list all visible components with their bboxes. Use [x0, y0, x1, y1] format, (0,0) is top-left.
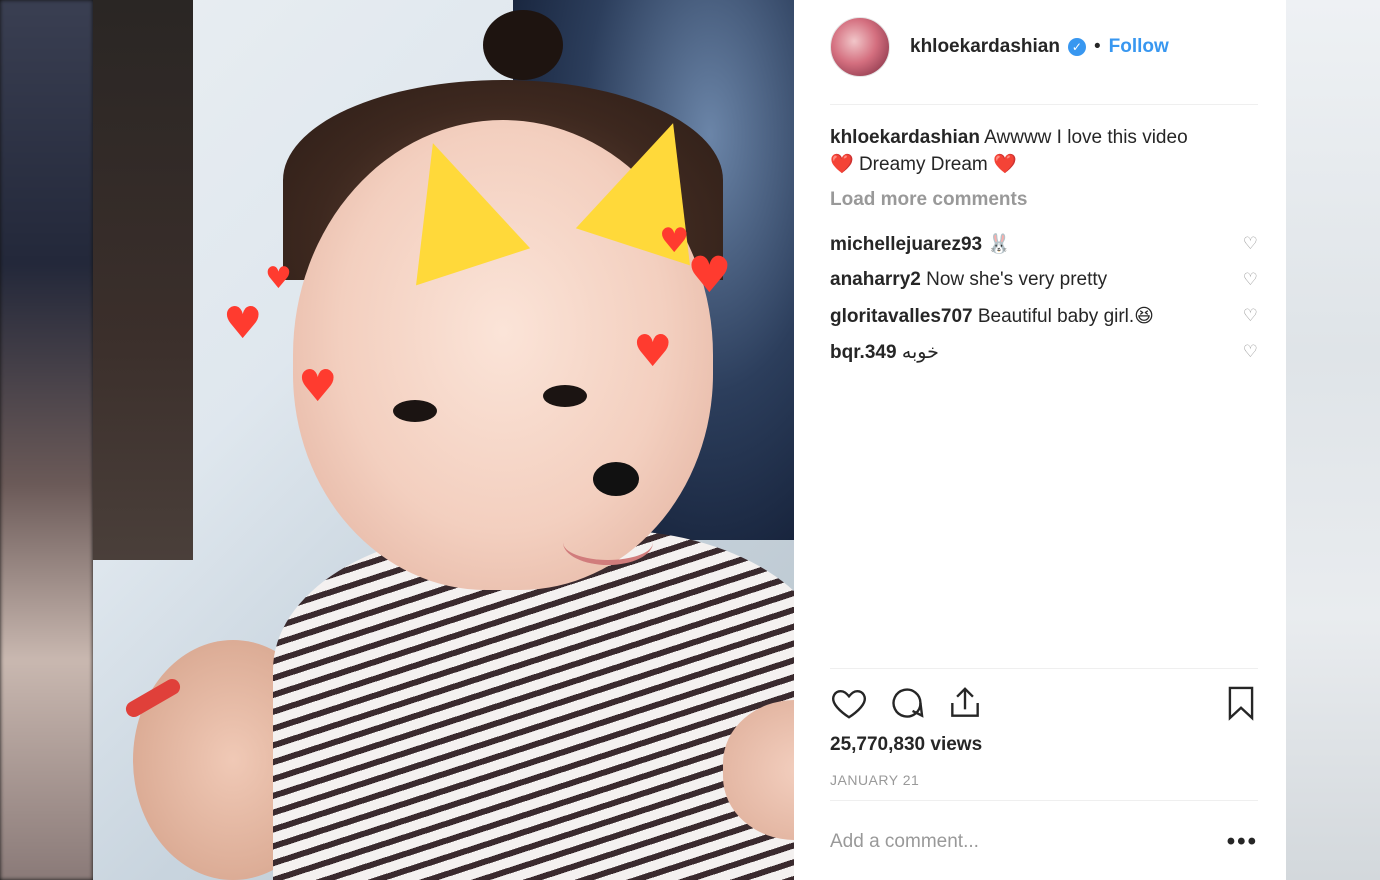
post-date: JANUARY 21: [830, 772, 920, 788]
heart-sticker-icon: ♥: [633, 326, 673, 377]
add-comment-bar: •••: [830, 826, 1258, 858]
post-caption: khloekardashian Awwww I love this video …: [830, 124, 1258, 178]
follow-button[interactable]: Follow: [1109, 36, 1169, 58]
comment-box-divider: [830, 800, 1258, 801]
comment-item: gloritavalles707 Beautiful baby girl.😆 ♡: [830, 298, 1258, 334]
post-video[interactable]: ♥ ♥ ♥ ♥ ♥ ♥: [93, 0, 794, 880]
actions-divider: [830, 668, 1258, 669]
cat-nose: [593, 462, 639, 496]
heart-sticker-icon: ♥: [223, 298, 263, 349]
more-options-icon[interactable]: •••: [1227, 828, 1258, 856]
background-wall: [93, 0, 193, 560]
caption-text: Awwww I love this video: [979, 127, 1188, 148]
share-icon[interactable]: [946, 684, 984, 727]
caption-username[interactable]: khloekardashian: [830, 127, 980, 148]
comment-text: Now she's very pretty: [920, 269, 1108, 290]
heart-sticker-icon: ♥: [298, 361, 338, 412]
comment-username[interactable]: michellejuarez93: [830, 234, 982, 255]
header-divider: [830, 104, 1258, 105]
caption-text-continued: Dreamy Dream: [853, 154, 994, 175]
separator-dot: •: [1093, 36, 1101, 57]
action-bar: [830, 684, 1258, 724]
background-blur-left: [0, 0, 93, 880]
background-blur-right: [1286, 0, 1380, 880]
heart-outline-icon[interactable]: ♡: [1243, 306, 1258, 326]
view-count[interactable]: 25,770,830 views: [830, 734, 982, 756]
heart-outline-icon[interactable]: ♡: [1243, 234, 1258, 254]
red-heart-icon: ❤️: [830, 153, 854, 175]
heart-sticker-icon: ♥: [659, 221, 690, 261]
comment-item: anaharry2 Now she's very pretty ♡: [830, 262, 1258, 298]
comment-text: خوبه: [896, 341, 939, 363]
comment-item: bqr.349 خوبه ♡: [830, 334, 1258, 370]
eye-left: [393, 400, 437, 422]
comment-username[interactable]: anaharry2: [830, 269, 921, 290]
comment-username[interactable]: bqr.349: [830, 342, 897, 363]
post-side-panel: khloekardashian ✓ • Follow khloekardashi…: [794, 0, 1286, 880]
heart-outline-icon[interactable]: ♡: [1243, 270, 1258, 290]
comment-bubble-icon[interactable]: [888, 684, 926, 727]
heart-icon[interactable]: [830, 684, 868, 727]
post-header: khloekardashian ✓ • Follow: [830, 16, 1222, 78]
comment-text: 🐰: [982, 234, 1012, 255]
avatar[interactable]: [830, 17, 890, 77]
comment-body: bqr.349 خوبه: [830, 341, 939, 364]
bookmark-icon[interactable]: [1222, 684, 1260, 727]
comment-username[interactable]: gloritavalles707: [830, 306, 973, 327]
comment-item: michellejuarez93 🐰 ♡: [830, 226, 1258, 262]
smile: [563, 520, 653, 565]
verified-badge-icon: ✓: [1067, 38, 1086, 56]
post-username[interactable]: khloekardashian: [910, 36, 1060, 58]
red-heart-icon: ❤️: [993, 153, 1017, 175]
hair-bun: [483, 10, 563, 80]
comments-list: michellejuarez93 🐰 ♡ anaharry2 Now she's…: [830, 226, 1258, 370]
eye-right: [543, 385, 587, 407]
heart-sticker-icon: ♥: [265, 261, 292, 296]
comment-body: anaharry2 Now she's very pretty: [830, 269, 1107, 291]
add-comment-input[interactable]: [830, 831, 1190, 853]
heart-outline-icon[interactable]: ♡: [1243, 342, 1258, 362]
comment-body: gloritavalles707 Beautiful baby girl.😆: [830, 305, 1154, 328]
comment-body: michellejuarez93 🐰: [830, 232, 1011, 256]
comment-text: Beautiful baby girl.😆: [972, 305, 1154, 327]
load-more-comments-button[interactable]: Load more comments: [830, 189, 1027, 211]
heart-sticker-icon: ♥: [687, 246, 732, 304]
